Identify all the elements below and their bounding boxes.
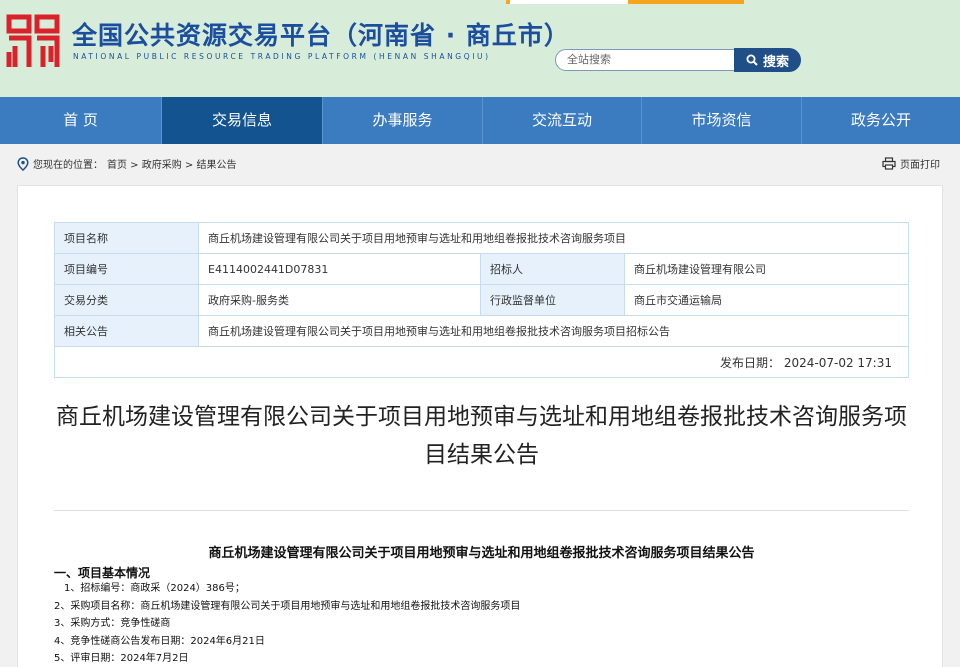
table-row: 发布日期： 2024-07-02 17:31 [54, 346, 909, 378]
list-item: 3、采购方式：竞争性磋商 [54, 618, 171, 629]
section-lines: 1、招标编号：商政采（2024）386号； 2、采购项目名称：商丘机场建设管理有… [54, 580, 520, 667]
search-button[interactable]: 搜索 [734, 48, 801, 72]
publish-date-value: 2024-07-02 17:31 [783, 355, 892, 370]
tenderer-label: 招标人 [480, 253, 625, 285]
content-panel: 项目名称 商丘机场建设管理有限公司关于项目用地预审与选址和用地组卷报批技术咨询服… [17, 185, 943, 667]
section-heading: 一、项目基本情况 [54, 566, 151, 580]
nav-services[interactable]: 办事服务 [323, 97, 483, 144]
search-button-label: 搜索 [762, 54, 789, 70]
print-label: 页面打印 [900, 160, 940, 171]
table-row: 交易分类 政府采购-服务类 行政监督单位 商丘市交通运输局 [54, 284, 909, 316]
list-item: 1、招标编号：商政采（2024）386号； [64, 583, 245, 594]
nav-interaction[interactable]: 交流互动 [483, 97, 642, 144]
breadcrumb-path[interactable]: 首页 > 政府采购 > 结果公告 [107, 156, 236, 171]
document-title: 商丘机场建设管理有限公司关于项目用地预审与选址和用地组卷报批技术咨询服务项目结果… [56, 404, 907, 468]
project-no-value: E4114002441D07831 [198, 253, 481, 285]
main-nav: 首 页 交易信息 办事服务 交流互动 市场资信 政务公开 [0, 97, 960, 144]
site-title: 全国公共资源交易平台（河南省 · 商丘市） [72, 21, 570, 50]
publish-date: 发布日期： 2024-07-02 17:31 [54, 346, 909, 378]
list-item: 5、评审日期：2024年7月2日 [54, 653, 189, 664]
supervisor-value: 商丘市交通运输局 [624, 284, 909, 316]
tenderer-value: 商丘机场建设管理有限公司 [624, 253, 909, 285]
location-pin-icon [17, 156, 29, 171]
divider [54, 510, 909, 511]
search-input[interactable]: 全站搜索 [555, 49, 735, 71]
print-page-button[interactable]: 页面打印 [882, 156, 940, 171]
table-row: 相关公告 商丘机场建设管理有限公司关于项目用地预审与选址和用地组卷报批技术咨询服… [54, 315, 909, 347]
publish-date-label: 发布日期： [720, 355, 781, 370]
printer-icon [882, 157, 896, 170]
project-info-table: 项目名称 商丘机场建设管理有限公司关于项目用地预审与选址和用地组卷报批技术咨询服… [54, 222, 909, 378]
top-strip [506, 0, 744, 4]
category-label: 交易分类 [54, 284, 199, 316]
site-header: 全国公共资源交易平台（河南省 · 商丘市） NATIONAL PUBLIC RE… [0, 0, 960, 97]
search-icon [746, 54, 758, 66]
breadcrumb-prefix: 您现在的位置： [33, 160, 103, 171]
table-row: 项目编号 E4114002441D07831 招标人 商丘机场建设管理有限公司 [54, 253, 909, 285]
project-name-value: 商丘机场建设管理有限公司关于项目用地预审与选址和用地组卷报批技术咨询服务项目 [198, 222, 909, 254]
nav-trading-info[interactable]: 交易信息 [162, 97, 323, 144]
breadcrumb: 您现在的位置： 首页 > 政府采购 > 结果公告 [17, 156, 236, 171]
project-name-label: 项目名称 [54, 222, 199, 254]
list-item: 4、竞争性磋商公告发布日期：2024年6月21日 [54, 635, 265, 647]
list-item: 2、采购项目名称：商丘机场建设管理有限公司关于项目用地预审与选址和用地组卷报批技… [54, 600, 521, 612]
site-subtitle: NATIONAL PUBLIC RESOURCE TRADING PLATFOR… [73, 52, 491, 61]
related-notice-link[interactable]: 商丘机场建设管理有限公司关于项目用地预审与选址和用地组卷报批技术咨询服务项目招标… [198, 315, 909, 347]
nav-market-credit[interactable]: 市场资信 [642, 97, 802, 144]
supervisor-label: 行政监督单位 [480, 284, 625, 316]
category-value: 政府采购-服务类 [198, 284, 481, 316]
nav-government-affairs[interactable]: 政务公开 [802, 97, 960, 144]
project-no-label: 项目编号 [54, 253, 199, 285]
related-notice-label: 相关公告 [54, 315, 199, 347]
table-row: 项目名称 商丘机场建设管理有限公司关于项目用地预审与选址和用地组卷报批技术咨询服… [54, 222, 909, 254]
body-title: 商丘机场建设管理有限公司关于项目用地预审与选址和用地组卷报批技术咨询服务项目结果… [208, 546, 755, 561]
platform-logo-icon [6, 14, 60, 67]
nav-home[interactable]: 首 页 [0, 97, 162, 144]
